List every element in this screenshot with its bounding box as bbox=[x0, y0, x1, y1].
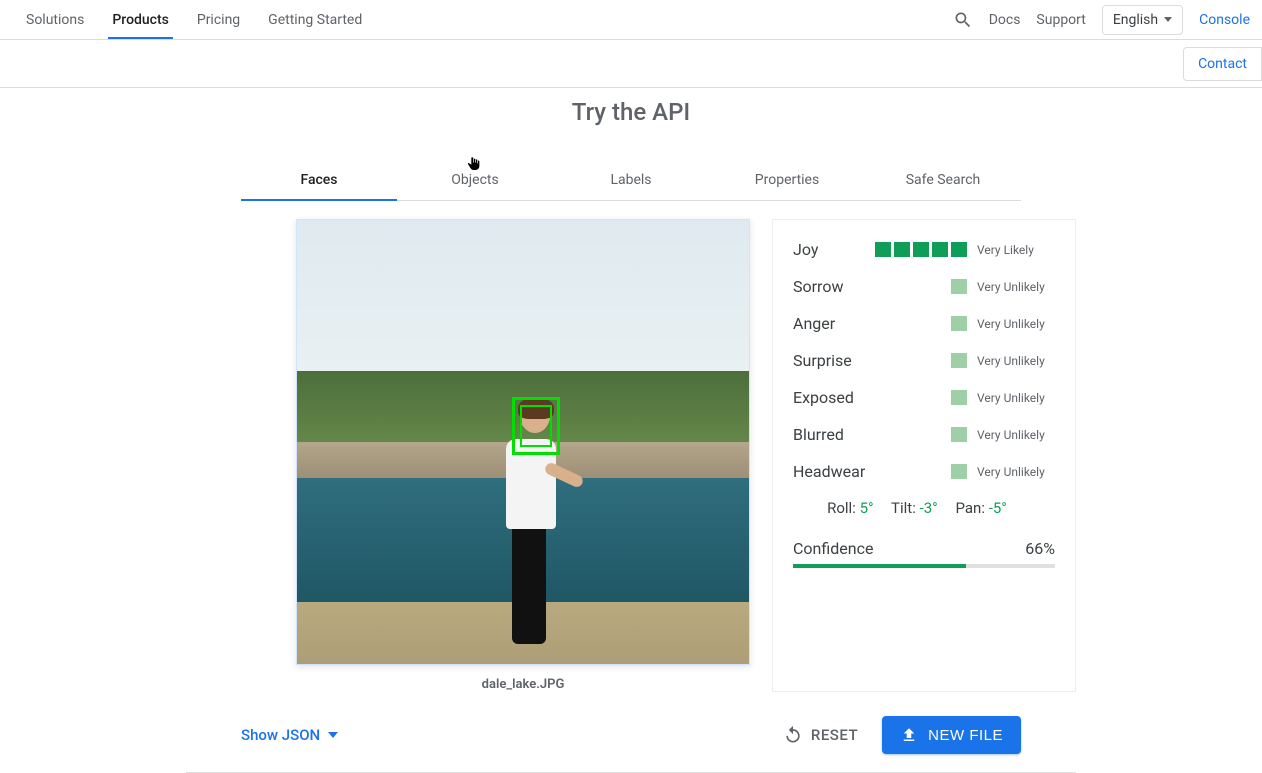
language-label: English bbox=[1113, 12, 1158, 28]
likelihood-text: Very Unlikely bbox=[977, 428, 1055, 442]
emotion-row-headwear: Headwear Very Unlikely bbox=[793, 462, 1055, 481]
reset-icon bbox=[783, 725, 803, 745]
emotion-row-joy: Joy Very Likely bbox=[793, 240, 1055, 259]
likelihood-bar bbox=[951, 279, 967, 294]
likelihood-text: Very Unlikely bbox=[977, 354, 1055, 368]
top-nav: SolutionsProductsPricingGetting Started … bbox=[0, 0, 1262, 40]
page-title: Try the API bbox=[0, 98, 1262, 126]
face-detection-box bbox=[512, 397, 560, 455]
tab-faces[interactable]: Faces bbox=[241, 160, 397, 200]
likelihood-bar bbox=[951, 427, 967, 442]
nav-item-products[interactable]: Products bbox=[98, 2, 183, 38]
nav-item-getting-started[interactable]: Getting Started bbox=[254, 2, 376, 38]
result-tabs: FacesObjectsLabelsPropertiesSafe Search bbox=[241, 160, 1021, 201]
likelihood-text: Very Unlikely bbox=[977, 391, 1055, 405]
upload-icon bbox=[900, 726, 918, 744]
reset-button[interactable]: RESET bbox=[783, 725, 858, 745]
likelihood-text: Very Unlikely bbox=[977, 317, 1055, 331]
confidence-value: 66% bbox=[1025, 539, 1055, 558]
tab-objects[interactable]: Objects bbox=[397, 160, 553, 200]
tab-properties[interactable]: Properties bbox=[709, 160, 865, 200]
confidence-label: Confidence bbox=[793, 539, 873, 558]
image-filename: dale_lake.JPG bbox=[296, 677, 750, 692]
emotion-label: Joy bbox=[793, 240, 873, 259]
docs-link[interactable]: Docs bbox=[989, 12, 1021, 28]
emotion-label: Exposed bbox=[793, 388, 873, 407]
head-angles: Roll: 5° Tilt: -3° Pan: -5° bbox=[793, 499, 1055, 517]
caret-down-icon bbox=[1164, 17, 1172, 22]
sub-nav: Contact bbox=[0, 40, 1262, 88]
likelihood-bar bbox=[875, 242, 967, 257]
likelihood-text: Very Unlikely bbox=[977, 280, 1055, 294]
likelihood-text: Very Likely bbox=[977, 243, 1055, 257]
language-picker[interactable]: English bbox=[1102, 5, 1183, 35]
emotion-label: Headwear bbox=[793, 462, 873, 481]
chevron-down-icon bbox=[328, 732, 338, 738]
new-file-button[interactable]: NEW FILE bbox=[882, 716, 1021, 754]
support-link[interactable]: Support bbox=[1036, 12, 1085, 28]
likelihood-bar bbox=[951, 316, 967, 331]
emotion-row-surprise: Surprise Very Unlikely bbox=[793, 351, 1055, 370]
likelihood-text: Very Unlikely bbox=[977, 465, 1055, 479]
likelihood-bar bbox=[951, 353, 967, 368]
show-json-toggle[interactable]: Show JSON bbox=[241, 726, 338, 744]
nav-item-solutions[interactable]: Solutions bbox=[12, 2, 98, 38]
emotion-label: Anger bbox=[793, 314, 873, 333]
likelihood-bar bbox=[951, 390, 967, 405]
face-results-panel: Joy Very Likely Sorrow Very Unlikely Anger Ve… bbox=[772, 219, 1076, 692]
emotion-row-exposed: Exposed Very Unlikely bbox=[793, 388, 1055, 407]
emotion-row-anger: Anger Very Unlikely bbox=[793, 314, 1055, 333]
analyzed-image bbox=[296, 219, 750, 665]
emotion-label: Sorrow bbox=[793, 277, 873, 296]
tab-safe-search[interactable]: Safe Search bbox=[865, 160, 1021, 200]
confidence-bar bbox=[793, 564, 1055, 568]
emotion-row-blurred: Blurred Very Unlikely bbox=[793, 425, 1055, 444]
tab-labels[interactable]: Labels bbox=[553, 160, 709, 200]
nav-item-pricing[interactable]: Pricing bbox=[183, 2, 254, 38]
emotion-label: Blurred bbox=[793, 425, 873, 444]
emotion-label: Surprise bbox=[793, 351, 873, 370]
emotion-row-sorrow: Sorrow Very Unlikely bbox=[793, 277, 1055, 296]
contact-sales-button[interactable]: Contact bbox=[1183, 47, 1262, 81]
console-link[interactable]: Console bbox=[1199, 12, 1250, 28]
likelihood-bar bbox=[951, 464, 967, 479]
search-icon[interactable] bbox=[953, 10, 973, 30]
